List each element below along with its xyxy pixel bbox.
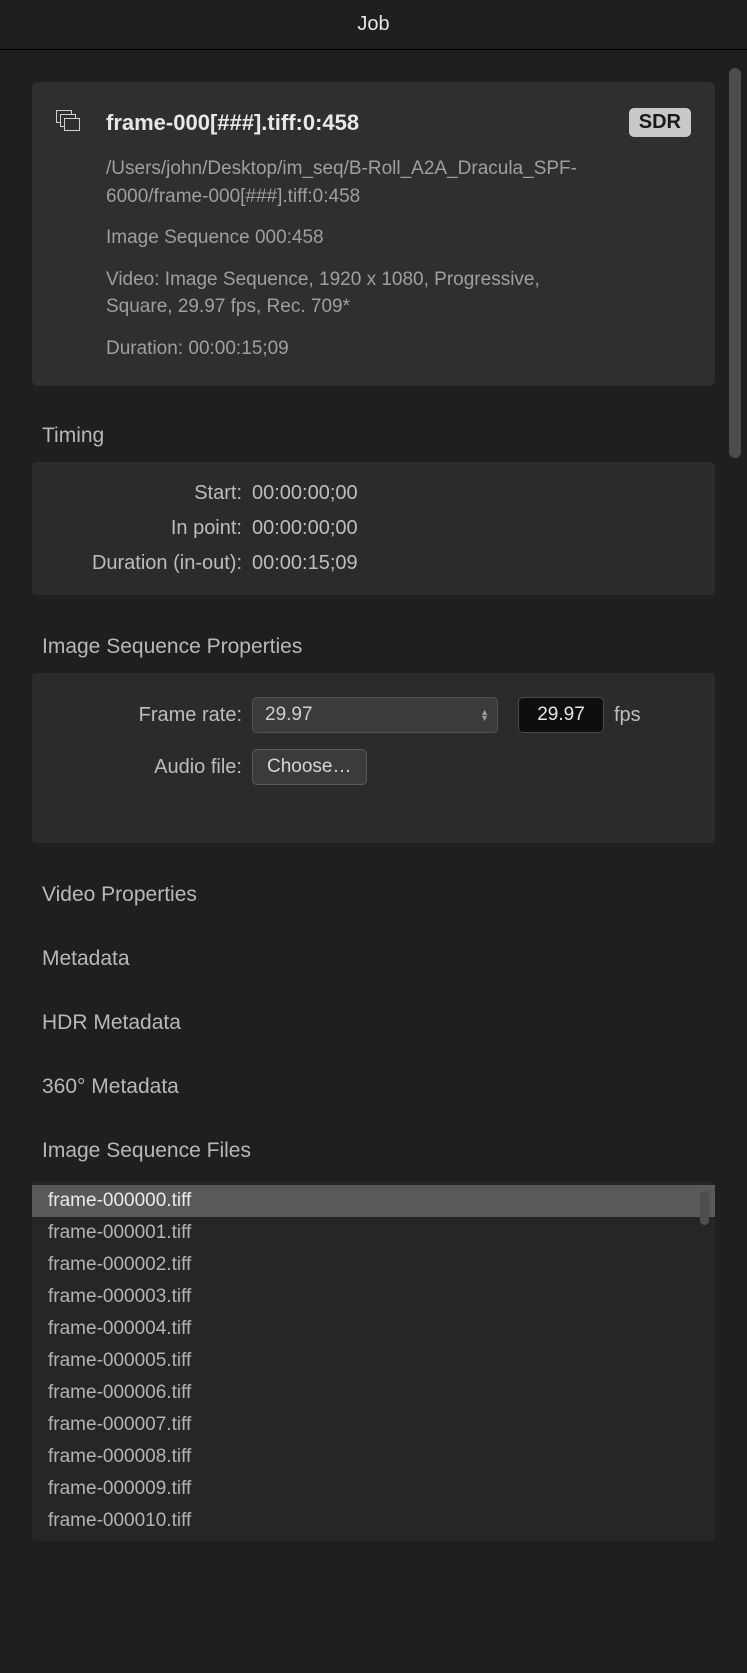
file-row[interactable]: frame-000006.tiff	[32, 1377, 715, 1409]
framerate-input[interactable]	[518, 697, 604, 733]
file-row[interactable]: frame-000001.tiff	[32, 1217, 715, 1249]
timing-panel: Start: 00:00:00;00 In point: 00:00:00;00…	[32, 462, 715, 595]
choose-button-label: Choose…	[267, 756, 352, 778]
file-row[interactable]: frame-000010.tiff	[32, 1505, 715, 1537]
metadata-header[interactable]: Metadata	[42, 947, 715, 971]
files-scrollbar[interactable]	[700, 1191, 709, 1225]
fps-label: fps	[614, 704, 641, 727]
file-row[interactable]: frame-000004.tiff	[32, 1313, 715, 1345]
in-point-value[interactable]: 00:00:00;00	[252, 517, 358, 540]
job-video-info: Video: Image Sequence, 1920 x 1080, Prog…	[106, 266, 586, 321]
job-summary-card: frame-000[###].tiff:0:458 SDR /Users/joh…	[32, 82, 715, 386]
file-row[interactable]: frame-000000.tiff	[32, 1185, 715, 1217]
file-row[interactable]: frame-000009.tiff	[32, 1473, 715, 1505]
audio-file-label: Audio file:	[52, 756, 252, 779]
in-point-label: In point:	[52, 517, 252, 540]
job-duration: Duration: 00:00:15;09	[106, 335, 691, 363]
framerate-select-value: 29.97	[265, 704, 313, 726]
job-sequence: Image Sequence 000:458	[106, 224, 691, 252]
hdr-metadata-header[interactable]: HDR Metadata	[42, 1011, 715, 1035]
job-path: /Users/john/Desktop/im_seq/B-Roll_A2A_Dr…	[106, 155, 586, 210]
framerate-select[interactable]: 29.97 ▲▼	[252, 697, 498, 733]
files-list: frame-000000.tiff frame-000001.tiff fram…	[32, 1181, 715, 1541]
duration-value[interactable]: 00:00:15;09	[252, 552, 358, 575]
video-properties-header[interactable]: Video Properties	[42, 883, 715, 907]
duration-label: Duration (in-out):	[52, 552, 252, 575]
stepper-icon: ▲▼	[480, 709, 489, 721]
image-sequence-properties-header[interactable]: Image Sequence Properties	[42, 635, 715, 659]
image-sequence-files-header[interactable]: Image Sequence Files	[42, 1139, 715, 1163]
main-scrollbar[interactable]	[729, 68, 741, 458]
image-sequence-properties-panel: Frame rate: 29.97 ▲▼ fps Audio file: Cho…	[32, 673, 715, 843]
title-text: Job	[357, 13, 389, 36]
start-value[interactable]: 00:00:00;00	[252, 482, 358, 505]
file-row[interactable]: frame-000002.tiff	[32, 1249, 715, 1281]
file-row[interactable]: frame-000007.tiff	[32, 1409, 715, 1441]
window-title: Job	[0, 0, 747, 50]
start-label: Start:	[52, 482, 252, 505]
sdr-badge: SDR	[629, 108, 691, 137]
360-metadata-header[interactable]: 360° Metadata	[42, 1075, 715, 1099]
file-row[interactable]: frame-000008.tiff	[32, 1441, 715, 1473]
framerate-label: Frame rate:	[52, 704, 252, 727]
job-filename: frame-000[###].tiff:0:458	[106, 110, 359, 136]
file-row[interactable]: frame-000005.tiff	[32, 1345, 715, 1377]
timing-header[interactable]: Timing	[42, 424, 715, 448]
choose-audio-button[interactable]: Choose…	[252, 749, 367, 785]
content-area: frame-000[###].tiff:0:458 SDR /Users/joh…	[0, 50, 747, 1673]
file-row[interactable]: frame-000003.tiff	[32, 1281, 715, 1313]
image-sequence-icon	[56, 108, 90, 132]
